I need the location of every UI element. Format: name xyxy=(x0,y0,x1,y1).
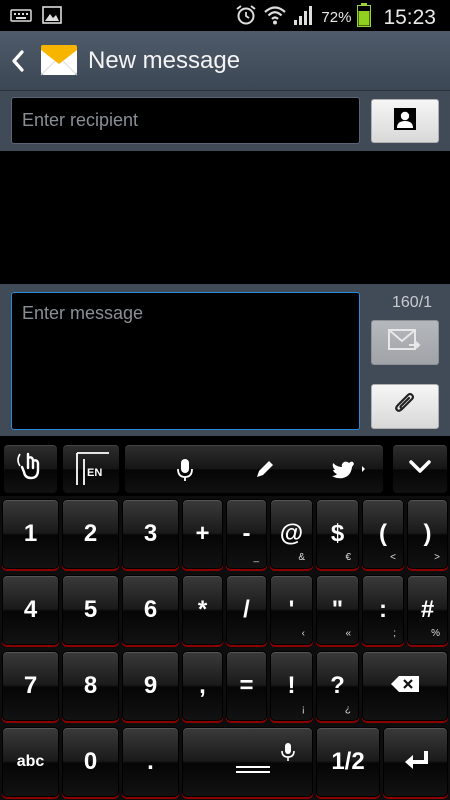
envelope-icon xyxy=(40,42,78,80)
backspace-key[interactable] xyxy=(362,651,448,721)
key-9[interactable]: 9 xyxy=(122,651,179,721)
alarm-icon xyxy=(235,4,257,31)
keyboard-toolbar: EN xyxy=(0,436,450,496)
recipient-input[interactable] xyxy=(11,97,360,144)
key-6[interactable]: 6 xyxy=(122,575,179,645)
chevron-left-icon[interactable] xyxy=(10,49,26,78)
key-quote[interactable]: " « xyxy=(316,575,359,645)
key-exclamation[interactable]: ! ¡ xyxy=(270,651,313,721)
key-asterisk[interactable]: * xyxy=(182,575,223,645)
status-bar: 72% 15:23 xyxy=(0,0,450,31)
pencil-icon[interactable] xyxy=(255,459,275,484)
key-7[interactable]: 7 xyxy=(2,651,59,721)
layout-label: EN xyxy=(87,467,103,479)
enter-key[interactable] xyxy=(383,727,448,797)
key-page-switch[interactable]: 1/2 xyxy=(316,727,380,797)
keyboard: EN 1 2 3 + -_ @& $€ (< )> 4 5 6 * / xyxy=(0,436,450,800)
battery-icon xyxy=(357,3,372,32)
space-icon xyxy=(235,762,271,780)
enter-icon xyxy=(402,749,430,776)
key-colon[interactable]: :; xyxy=(362,575,404,645)
key-2[interactable]: 2 xyxy=(62,499,119,569)
paperclip-icon xyxy=(392,391,418,422)
hide-keyboard-button[interactable] xyxy=(392,444,448,494)
send-button[interactable] xyxy=(371,320,439,365)
language-button[interactable]: EN xyxy=(62,444,120,494)
key-hash[interactable]: #% xyxy=(407,575,448,645)
chevron-down-icon xyxy=(409,459,431,479)
send-icon xyxy=(387,327,423,358)
recipient-row xyxy=(0,91,450,151)
app-header: New message xyxy=(0,31,450,91)
battery-percent: 72% xyxy=(321,9,352,26)
key-at[interactable]: @ & xyxy=(270,499,313,569)
key-apostrophe[interactable]: ' ‹ xyxy=(270,575,313,645)
clock: 15:23 xyxy=(383,5,436,29)
key-0[interactable]: 0 xyxy=(62,727,119,797)
contact-picker-button[interactable] xyxy=(371,99,439,143)
conversation-area xyxy=(0,151,450,284)
wifi-icon xyxy=(263,4,287,31)
char-counter: 160/1 xyxy=(392,294,433,311)
key-dollar[interactable]: $ € xyxy=(316,499,359,569)
key-4[interactable]: 4 xyxy=(2,575,59,645)
key-3[interactable]: 3 xyxy=(122,499,179,569)
contact-icon xyxy=(393,107,417,136)
twitter-icon[interactable] xyxy=(331,459,367,484)
key-8[interactable]: 8 xyxy=(62,651,119,721)
attach-button[interactable] xyxy=(371,384,439,429)
key-comma[interactable]: , xyxy=(182,651,223,721)
key-abc[interactable]: abc xyxy=(2,727,59,797)
keyboard-icon xyxy=(10,7,32,28)
key-slash[interactable]: / xyxy=(226,575,267,645)
toolbar-strip xyxy=(124,444,384,494)
key-5[interactable]: 5 xyxy=(62,575,119,645)
compose-row: 160/1 xyxy=(0,284,450,436)
key-plus[interactable]: + xyxy=(182,499,223,569)
message-input[interactable] xyxy=(11,292,360,430)
space-key[interactable] xyxy=(182,727,313,797)
backspace-icon xyxy=(390,675,420,698)
key-close-paren[interactable]: ) > xyxy=(407,499,448,569)
language-icon: EN xyxy=(71,451,111,487)
gesture-icon xyxy=(16,450,46,489)
key-question[interactable]: ? ¿ xyxy=(316,651,359,721)
key-equals[interactable]: = xyxy=(226,651,267,721)
gesture-button[interactable] xyxy=(3,444,58,494)
key-minus[interactable]: - _ xyxy=(226,499,267,569)
microphone-icon[interactable] xyxy=(177,458,193,487)
key-period[interactable]: . xyxy=(122,727,179,797)
key-open-paren[interactable]: (< xyxy=(362,499,404,569)
image-icon xyxy=(42,6,62,29)
key-1[interactable]: 1 xyxy=(2,499,59,569)
page-title: New message xyxy=(88,47,241,74)
microphone-icon xyxy=(281,742,295,767)
signal-icon xyxy=(293,4,315,31)
